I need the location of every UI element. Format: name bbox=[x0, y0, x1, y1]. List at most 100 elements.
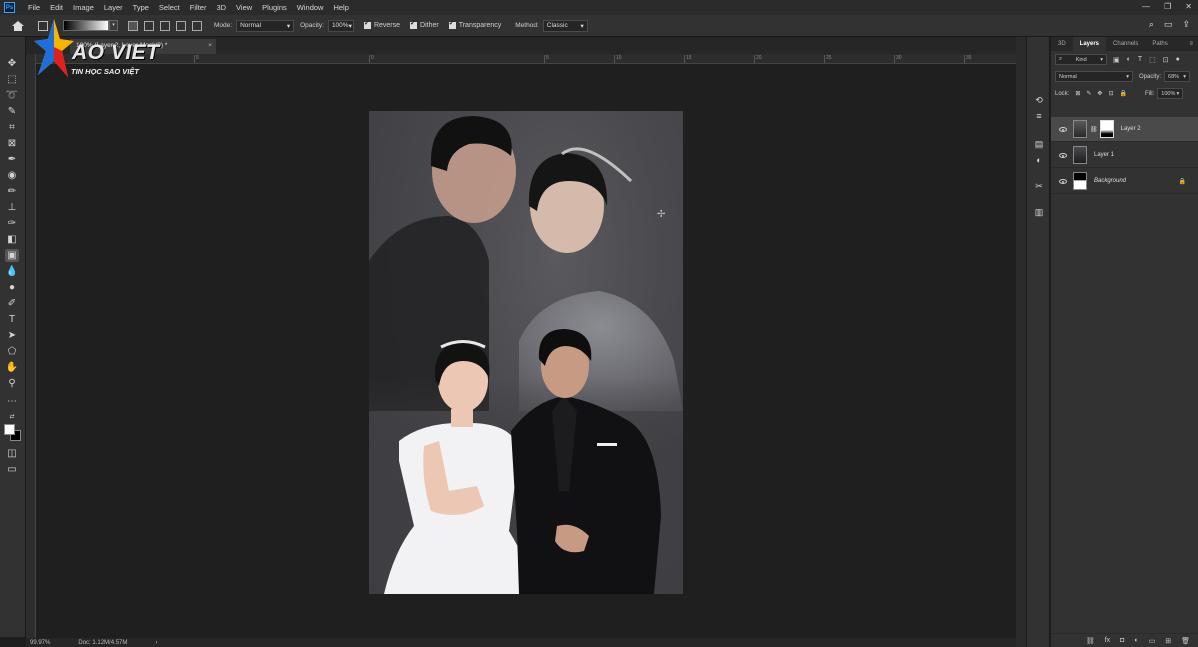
libraries-icon[interactable]: ▤ bbox=[1033, 139, 1045, 150]
menu-view[interactable]: View bbox=[231, 3, 257, 12]
hand-tool-icon[interactable]: ✋ bbox=[5, 361, 19, 374]
shape-filter-icon[interactable]: ⬚ bbox=[1149, 56, 1156, 64]
new-group-icon[interactable]: ▭ bbox=[1149, 637, 1156, 645]
kind-filter-select[interactable]: ⌕ Kind ▾ bbox=[1055, 54, 1107, 65]
brush-tool-icon[interactable]: ✏ bbox=[5, 185, 19, 198]
artboard-icon[interactable]: ⊡ bbox=[1108, 90, 1113, 97]
transparency-checkbox[interactable] bbox=[448, 19, 456, 29]
search-icon[interactable]: ⌕ bbox=[1149, 19, 1154, 30]
lasso-tool-icon[interactable]: ➰ bbox=[5, 89, 19, 102]
new-layer-icon[interactable]: ⊞ bbox=[1165, 637, 1171, 645]
paragraph-icon[interactable]: ▥ bbox=[1033, 207, 1045, 218]
layer-row-background[interactable]: Background 🔒 bbox=[1051, 169, 1198, 194]
adjustment-filter-icon[interactable]: ◐ bbox=[1127, 56, 1131, 64]
frame-tool-icon[interactable]: ⊠ bbox=[5, 137, 19, 150]
workspace-icon[interactable]: ▭ bbox=[1164, 19, 1173, 30]
adjustment-layer-icon[interactable]: ◐ bbox=[1134, 637, 1138, 644]
linear-gradient-icon[interactable] bbox=[128, 20, 139, 31]
panel-menu-icon[interactable]: ≡ bbox=[1189, 41, 1193, 47]
close-icon[interactable]: × bbox=[208, 42, 212, 49]
marquee-tool-icon[interactable]: ⬚ bbox=[5, 73, 19, 86]
layer-mask-thumbnail[interactable] bbox=[1099, 120, 1114, 138]
pixel-filter-icon[interactable]: ▣ bbox=[1113, 56, 1120, 64]
menu-plugins[interactable]: Plugins bbox=[257, 3, 292, 12]
chevron-right-icon[interactable]: › bbox=[155, 640, 157, 646]
layer-opacity-field[interactable]: 68% ▾ bbox=[1164, 71, 1191, 82]
tab-3d[interactable]: 3D bbox=[1051, 37, 1073, 51]
healing-brush-tool-icon[interactable]: ◉ bbox=[5, 169, 19, 182]
menu-layer[interactable]: Layer bbox=[99, 3, 128, 12]
visibility-eye-icon[interactable] bbox=[1059, 152, 1067, 158]
reverse-checkbox[interactable] bbox=[363, 19, 371, 29]
color-swatches[interactable] bbox=[4, 424, 22, 442]
crop-tool-icon[interactable]: ⌗ bbox=[5, 121, 19, 134]
fill-field[interactable]: 100% ▾ bbox=[1157, 88, 1184, 99]
magic-wand-tool-icon[interactable]: ✎ bbox=[5, 105, 19, 118]
pen-tool-icon[interactable]: ✐ bbox=[5, 297, 19, 310]
history-icon[interactable]: ⟲ bbox=[1033, 95, 1045, 106]
layer-row-layer-1[interactable]: Layer 1 bbox=[1051, 143, 1198, 168]
opacity-field[interactable]: 100% ▾ bbox=[327, 19, 354, 32]
zoom-tool-icon[interactable]: ⚲ bbox=[5, 377, 19, 390]
menu-edit[interactable]: Edit bbox=[45, 3, 68, 12]
filter-toggle-icon[interactable]: ● bbox=[1176, 56, 1180, 64]
layer-name[interactable]: Layer 1 bbox=[1094, 152, 1114, 158]
minimize-button[interactable]: — bbox=[1142, 2, 1150, 11]
reflected-gradient-icon[interactable] bbox=[176, 20, 187, 31]
tab-layers[interactable]: Layers bbox=[1072, 37, 1107, 51]
smart-object-filter-icon[interactable]: ⊡ bbox=[1163, 56, 1169, 64]
blend-mode-select[interactable]: Normal ▾ bbox=[1055, 71, 1133, 82]
menu-filter[interactable]: Filter bbox=[185, 3, 212, 12]
more-tools-icon[interactable]: ⋯ bbox=[5, 395, 19, 408]
gradient-picker[interactable] bbox=[63, 20, 110, 31]
swap-colors-icon[interactable]: ⇄ bbox=[5, 411, 19, 424]
method-select[interactable]: Classic ▾ bbox=[542, 19, 588, 32]
tools-icon[interactable]: ✂ bbox=[1033, 181, 1045, 192]
tab-paths[interactable]: Paths bbox=[1145, 37, 1174, 51]
clone-stamp-tool-icon[interactable]: ⊥ bbox=[5, 201, 19, 214]
dodge-tool-icon[interactable]: ● bbox=[5, 281, 19, 294]
blur-tool-icon[interactable]: 💧 bbox=[5, 265, 19, 278]
tool-preset-icon[interactable] bbox=[38, 20, 48, 31]
delete-layer-icon[interactable]: 🗑 bbox=[1181, 637, 1190, 645]
path-selection-tool-icon[interactable]: ➤ bbox=[5, 329, 19, 342]
shape-tool-icon[interactable]: ⬠ bbox=[5, 345, 19, 358]
lock-position-icon[interactable]: ✥ bbox=[1097, 90, 1102, 97]
document-canvas[interactable] bbox=[369, 111, 683, 594]
lock-all-icon[interactable]: 🔒 bbox=[1119, 90, 1126, 97]
layer-row-layer-2[interactable]: ⛓ Layer 2 bbox=[1051, 117, 1198, 142]
share-icon[interactable]: ⇪ bbox=[1182, 19, 1190, 30]
gradient-dropdown-icon[interactable]: ▾ bbox=[109, 20, 119, 31]
diamond-gradient-icon[interactable] bbox=[192, 20, 203, 31]
type-filter-icon[interactable]: T bbox=[1138, 56, 1142, 64]
lock-transparent-icon[interactable]: ⊠ bbox=[1075, 90, 1080, 97]
zoom-level[interactable]: 99.97% bbox=[30, 640, 50, 646]
menu-help[interactable]: Help bbox=[328, 3, 353, 12]
angle-gradient-icon[interactable] bbox=[160, 20, 171, 31]
screen-mode-icon[interactable]: ▭ bbox=[5, 463, 19, 476]
chevron-down-icon[interactable]: ▾ bbox=[52, 22, 55, 29]
eyedropper-tool-icon[interactable]: ✒ bbox=[5, 153, 19, 166]
menu-image[interactable]: Image bbox=[68, 3, 99, 12]
menu-window[interactable]: Window bbox=[292, 3, 329, 12]
menu-type[interactable]: Type bbox=[128, 3, 154, 12]
gradient-tool-icon[interactable]: ▣ bbox=[5, 249, 19, 262]
lock-image-icon[interactable]: ✎ bbox=[1086, 90, 1091, 97]
radial-gradient-icon[interactable] bbox=[144, 20, 155, 31]
layer-name[interactable]: Background bbox=[1094, 178, 1126, 184]
visibility-eye-icon[interactable] bbox=[1059, 178, 1067, 184]
menu-file[interactable]: File bbox=[23, 3, 45, 12]
fx-icon[interactable]: fx bbox=[1105, 637, 1110, 644]
mode-select[interactable]: Normal ▾ bbox=[236, 19, 295, 32]
tab-channels[interactable]: Channels bbox=[1106, 37, 1145, 51]
properties-icon[interactable]: ≡ bbox=[1033, 111, 1045, 122]
document-tab[interactable]: 100% (Layer 2, Layer Mask/8) * × bbox=[70, 39, 216, 54]
dither-checkbox[interactable] bbox=[410, 19, 418, 29]
eraser-tool-icon[interactable]: ◧ bbox=[5, 233, 19, 246]
move-tool-icon[interactable]: ✥ bbox=[5, 57, 19, 70]
close-button[interactable]: ✕ bbox=[1185, 2, 1192, 11]
foreground-color[interactable] bbox=[4, 424, 15, 435]
add-mask-icon[interactable]: ◘ bbox=[1120, 637, 1124, 644]
menu-3d[interactable]: 3D bbox=[211, 3, 231, 12]
quick-mask-icon[interactable]: ◫ bbox=[5, 447, 19, 460]
